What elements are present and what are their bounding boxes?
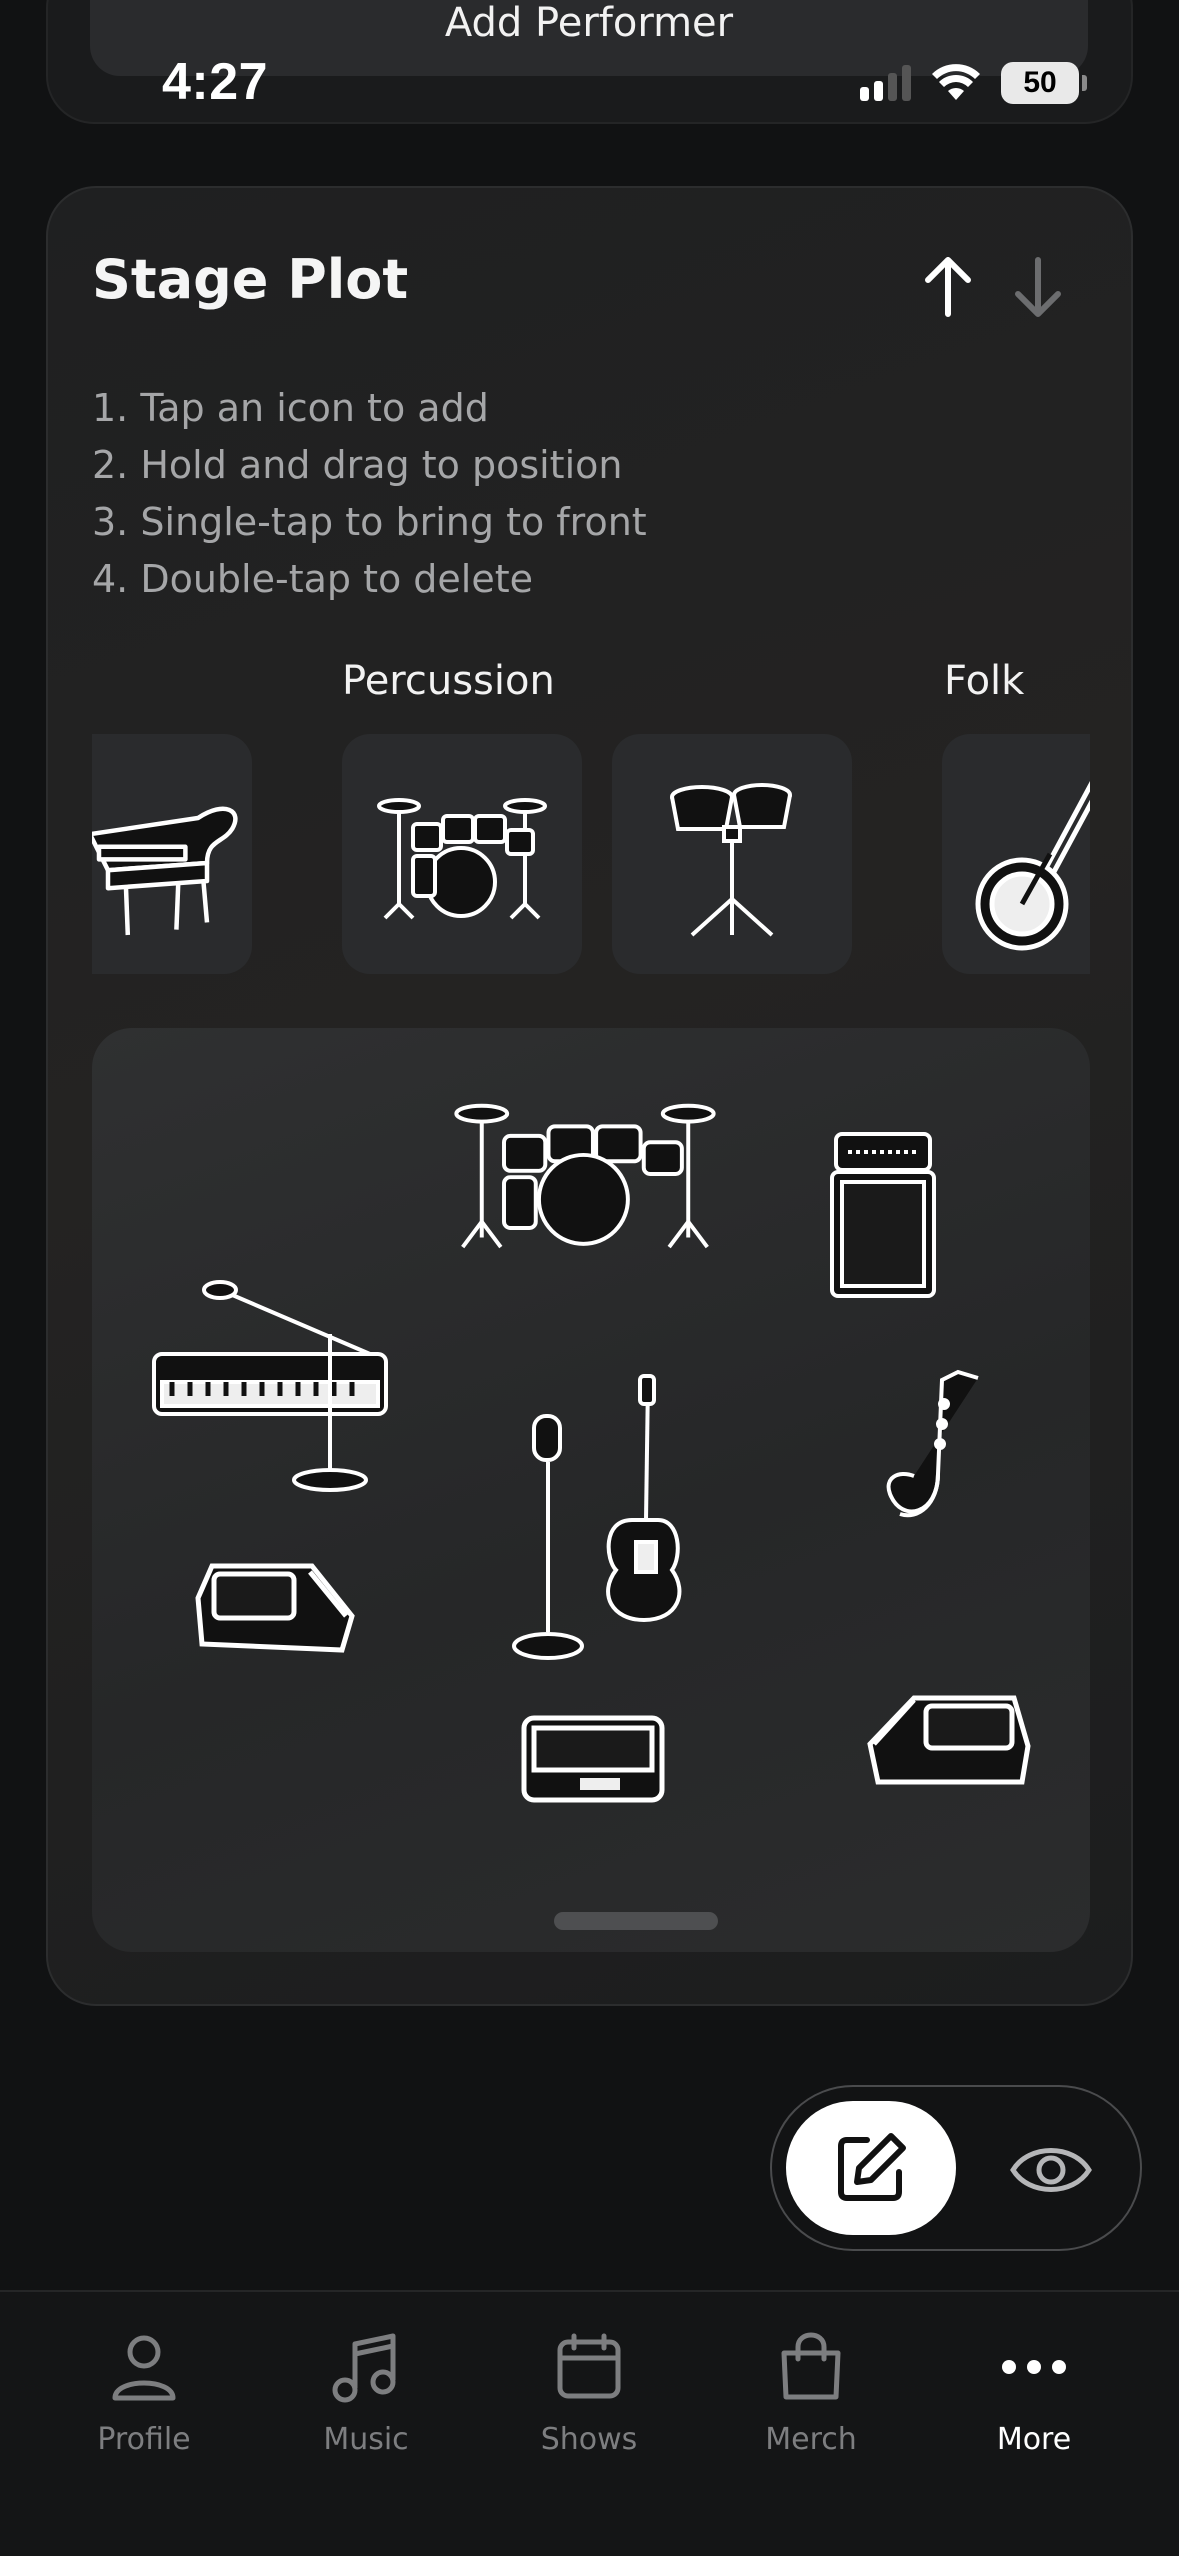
bongos-icon xyxy=(670,783,792,937)
stage-plot-title: Stage Plot xyxy=(92,248,409,311)
stage-keyboard-mic-icon[interactable] xyxy=(150,1278,390,1494)
battery-icon: 50 xyxy=(1001,62,1087,104)
instructions-list: 1. Tap an icon to add 2. Hold and drag t… xyxy=(92,380,647,608)
bag-icon xyxy=(781,2332,841,2400)
music-note-icon xyxy=(332,2333,396,2403)
more-dots-icon xyxy=(1002,2360,1066,2374)
edit-icon xyxy=(838,2133,906,2201)
category-label-percussion: Percussion xyxy=(342,658,555,704)
instrument-palette[interactable] xyxy=(92,734,1090,976)
mode-toggle xyxy=(770,2085,1142,2251)
grand-piano-icon xyxy=(92,806,238,936)
calendar-icon xyxy=(557,2333,621,2399)
palette-tile-grand-piano[interactable] xyxy=(92,734,252,974)
eye-icon xyxy=(1010,2148,1092,2192)
view-mode-button[interactable] xyxy=(996,2115,1106,2225)
person-icon xyxy=(112,2335,176,2401)
palette-tile-bongos[interactable] xyxy=(612,734,852,974)
stage-plot-card: Stage Plot 1. Tap an icon to add 2. Hold… xyxy=(46,186,1133,2006)
move-down-arrow-icon[interactable] xyxy=(1008,252,1068,322)
banjo-icon xyxy=(975,781,1090,951)
tab-label: Music xyxy=(323,2422,409,2457)
tab-music[interactable]: Music xyxy=(266,2324,466,2457)
bottom-tab-bar: Profile Music Shows Merch More xyxy=(0,2290,1179,2556)
palette-tile-banjo[interactable] xyxy=(942,734,1090,974)
edit-mode-button[interactable] xyxy=(786,2101,956,2235)
tab-label: Merch xyxy=(765,2422,857,2457)
status-icons: 50 xyxy=(860,62,1087,104)
move-up-arrow-icon[interactable] xyxy=(918,252,978,322)
status-time: 4:27 xyxy=(162,53,269,111)
instruction-item: 2. Hold and drag to position xyxy=(92,443,623,487)
cellular-signal-icon xyxy=(860,65,911,101)
stage-guitar-amp-icon[interactable] xyxy=(828,1128,938,1300)
stage-canvas[interactable] xyxy=(92,1028,1090,1952)
tab-merch[interactable]: Merch xyxy=(711,2324,911,2457)
tab-profile[interactable]: Profile xyxy=(44,2324,244,2457)
wifi-icon xyxy=(932,64,980,100)
stage-drum-kit-icon[interactable] xyxy=(450,1094,720,1254)
tab-label: More xyxy=(996,2422,1072,2457)
stage-saxophone-icon[interactable] xyxy=(878,1364,990,1534)
tab-shows[interactable]: Shows xyxy=(489,2324,689,2457)
add-performer-label: Add Performer xyxy=(444,0,734,46)
tab-label: Profile xyxy=(97,2422,191,2457)
category-label-folk: Folk xyxy=(944,658,1025,704)
instruction-item: 3. Single-tap to bring to front xyxy=(92,500,647,544)
palette-tile-drum-kit[interactable] xyxy=(342,734,582,974)
stage-resize-handle[interactable] xyxy=(554,1912,718,1930)
tab-more[interactable]: More xyxy=(934,2324,1134,2457)
stage-monitor-icon[interactable] xyxy=(864,1690,1034,1792)
stage-mic-guitar-icon[interactable] xyxy=(512,1370,692,1680)
instruction-item: 4. Double-tap to delete xyxy=(92,557,534,601)
tab-label: Shows xyxy=(540,2422,638,2457)
stage-monitor-icon[interactable] xyxy=(192,1558,358,1658)
stage-di-box-icon[interactable] xyxy=(520,1714,666,1804)
instruction-item: 1. Tap an icon to add xyxy=(92,386,489,430)
drum-kit-icon xyxy=(377,798,547,920)
